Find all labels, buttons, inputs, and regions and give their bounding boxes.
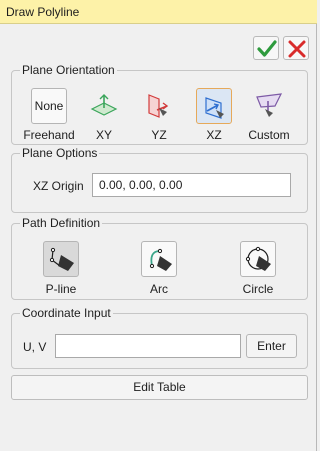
coordinate-input-legend: Coordinate Input xyxy=(22,306,111,320)
xz-plane-icon xyxy=(205,97,224,119)
custom-plane-icon xyxy=(256,93,283,117)
xy-plane-button[interactable] xyxy=(86,88,122,124)
pline-icon xyxy=(49,247,74,271)
pline-button[interactable] xyxy=(43,241,79,277)
xy-plane-icon xyxy=(90,94,118,116)
xz-origin-input[interactable] xyxy=(92,173,291,197)
circle-icon xyxy=(245,246,271,271)
checkmark-icon xyxy=(257,40,277,57)
none-label: None xyxy=(34,99,64,113)
custom-label: Custom xyxy=(248,128,290,142)
ok-button[interactable] xyxy=(253,36,279,60)
close-icon xyxy=(288,40,306,58)
plane-orientation-legend: Plane Orientation xyxy=(22,63,115,77)
arc-icon xyxy=(149,248,172,271)
xz-plane-button[interactable] xyxy=(196,88,232,124)
arc-button[interactable] xyxy=(141,241,177,277)
circle-button[interactable] xyxy=(240,241,276,277)
cancel-button[interactable] xyxy=(283,36,309,60)
arc-label: Arc xyxy=(150,282,168,296)
uv-label: U, V xyxy=(23,340,47,354)
title-bar: Draw Polyline xyxy=(0,0,317,24)
freehand-button[interactable]: None xyxy=(31,88,67,124)
yz-plane-icon xyxy=(148,94,169,118)
custom-plane-button[interactable] xyxy=(251,88,287,124)
circle-label: Circle xyxy=(242,282,274,296)
window-title: Draw Polyline xyxy=(6,5,80,19)
pline-label: P-line xyxy=(45,282,77,296)
edit-table-button[interactable]: Edit Table xyxy=(11,375,308,400)
plane-options-legend: Plane Options xyxy=(22,146,98,160)
uv-input[interactable] xyxy=(55,334,241,358)
xz-origin-label: XZ Origin xyxy=(33,179,84,193)
enter-button[interactable]: Enter xyxy=(246,334,297,358)
path-definition-legend: Path Definition xyxy=(22,216,101,230)
yz-plane-button[interactable] xyxy=(141,88,177,124)
